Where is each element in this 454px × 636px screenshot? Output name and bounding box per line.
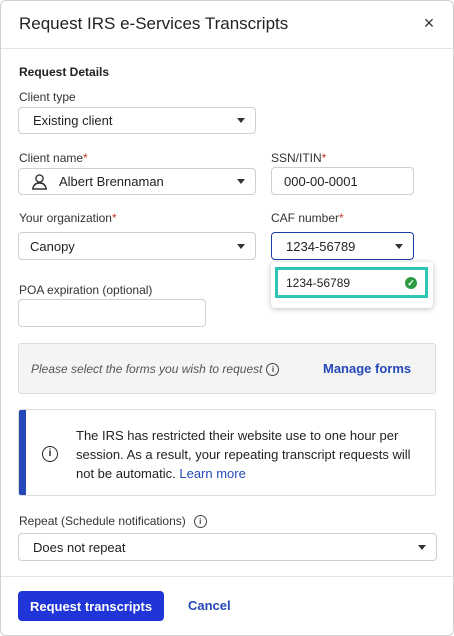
cancel-button[interactable]: Cancel: [188, 598, 231, 613]
organization-label: Your organization*: [19, 211, 117, 225]
person-icon: [31, 173, 49, 190]
manage-forms-link[interactable]: Manage forms: [323, 361, 411, 376]
organization-value: Canopy: [30, 238, 75, 254]
repeat-select[interactable]: Does not repeat: [18, 533, 437, 561]
client-name-select[interactable]: Albert Brennaman: [18, 168, 256, 195]
chevron-down-icon: [237, 118, 245, 123]
chevron-down-icon: [395, 243, 403, 249]
caf-dropdown-menu: 1234-56789 ✓: [271, 262, 433, 308]
chevron-down-icon: [418, 544, 426, 550]
info-icon: i: [42, 446, 58, 462]
organization-select[interactable]: Canopy: [18, 232, 256, 260]
repeat-label: Repeat (Schedule notifications) i: [19, 514, 207, 529]
alert-message: The IRS has restricted their website use…: [76, 428, 411, 481]
close-icon[interactable]: ×: [419, 13, 439, 33]
chevron-down-icon: [237, 179, 245, 184]
irs-notice-alert: i The IRS has restricted their website u…: [18, 409, 436, 496]
ssn-label: SSN/ITIN*: [271, 151, 327, 165]
caf-option[interactable]: 1234-56789 ✓: [275, 267, 428, 298]
caf-select[interactable]: 1234-56789: [271, 232, 414, 260]
learn-more-link[interactable]: Learn more: [179, 466, 245, 481]
alert-accent-bar: [19, 410, 26, 495]
header-divider: [1, 48, 453, 49]
info-icon[interactable]: i: [266, 363, 280, 377]
client-name-value: Albert Brennaman: [59, 174, 164, 189]
footer-divider: [1, 576, 453, 577]
dialog-title: Request IRS e-Services Transcripts: [19, 14, 289, 33]
client-type-select[interactable]: Existing client: [18, 107, 256, 134]
client-type-label: Client type: [19, 90, 76, 104]
section-title: Request Details: [19, 65, 110, 79]
poa-date-input[interactable]: [18, 299, 206, 327]
repeat-value: Does not repeat: [33, 539, 126, 555]
check-circle-icon: ✓: [405, 276, 417, 289]
forms-selection-box: Please select the forms you wish to requ…: [18, 343, 436, 394]
poa-label: POA expiration (optional): [19, 283, 153, 297]
request-transcripts-button[interactable]: Request transcripts: [18, 591, 164, 621]
chevron-down-icon: [237, 243, 245, 249]
client-type-value: Existing client: [33, 113, 113, 128]
transcripts-dialog: Request IRS e-Services Transcripts × Req…: [0, 0, 454, 636]
client-name-label: Client name*: [19, 151, 88, 165]
ssn-input[interactable]: 000-00-0001: [271, 167, 414, 195]
caf-label: CAF number*: [271, 211, 344, 225]
caf-option-label: 1234-56789: [286, 275, 351, 290]
info-icon[interactable]: i: [193, 515, 207, 529]
forms-prompt: Please select the forms you wish to requ…: [31, 362, 280, 377]
ssn-value: 000-00-0001: [284, 173, 358, 189]
caf-value: 1234-56789: [286, 238, 356, 254]
